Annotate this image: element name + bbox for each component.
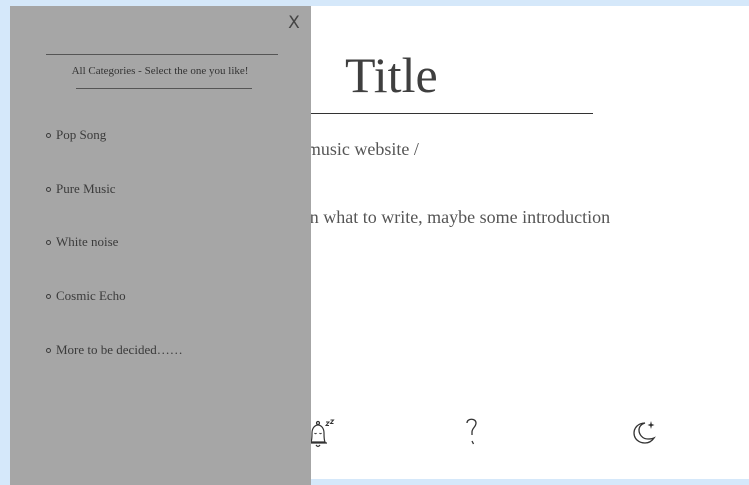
category-item-pop-song[interactable]: Pop Song [46, 127, 106, 143]
circle-bullet-icon [46, 132, 51, 138]
header-bottom-divider [76, 88, 252, 89]
circle-bullet-icon [46, 293, 51, 299]
category-label: White noise [56, 234, 119, 249]
question-icon[interactable] [462, 416, 482, 448]
moon-star-icon[interactable] [630, 418, 660, 448]
circle-bullet-icon [46, 347, 51, 353]
close-button[interactable]: X [286, 13, 302, 33]
category-label: More to be decided…… [56, 342, 183, 357]
header-top-divider [46, 54, 278, 55]
circle-bullet-icon [46, 186, 51, 192]
circle-bullet-icon [46, 239, 51, 245]
page-title: Title [345, 47, 438, 103]
category-item-cosmic-echo[interactable]: Cosmic Echo [46, 288, 126, 304]
category-label: Pure Music [56, 181, 116, 196]
category-label: Cosmic Echo [56, 288, 126, 303]
category-item-white-noise[interactable]: White noise [46, 234, 118, 250]
category-item-more[interactable]: More to be decided…… [46, 342, 183, 358]
category-side-panel: X All Categories - Select the one you li… [10, 6, 311, 485]
category-item-pure-music[interactable]: Pure Music [46, 181, 116, 197]
title-divider [290, 113, 593, 114]
category-header: All Categories - Select the one you like… [71, 65, 249, 77]
category-label: Pop Song [56, 127, 107, 142]
